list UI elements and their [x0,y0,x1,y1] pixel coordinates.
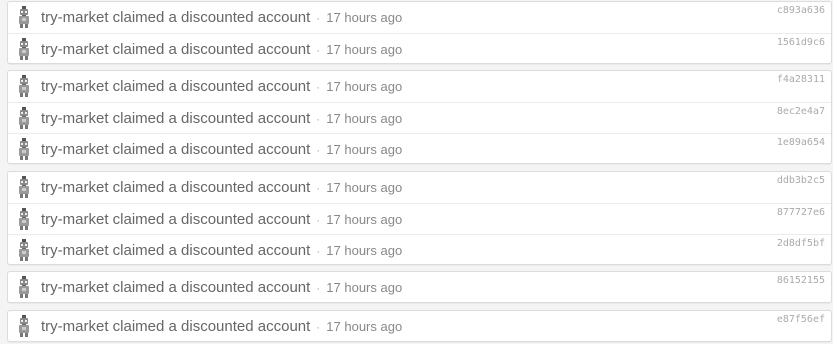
event-user-link[interactable]: try-market [41,78,109,95]
event-text: try-market claimed a discounted account ·… [41,242,402,260]
event-action: claimed a discounted account [112,141,311,158]
separator-dot: · [316,244,321,258]
event-row: try-market claimed a discounted account ·… [8,133,831,163]
robot-avatar-icon[interactable] [16,176,32,198]
event-user-link[interactable]: try-market [41,211,109,228]
event-timestamp[interactable]: 17 hours ago [326,212,402,227]
event-action: claimed a discounted account [112,9,311,26]
event-action: claimed a discounted account [112,211,311,228]
event-text: try-market claimed a discounted account ·… [41,211,402,229]
event-text: try-market claimed a discounted account ·… [41,179,402,197]
robot-avatar-icon[interactable] [16,276,32,298]
separator-dot: · [316,80,321,94]
event-action: claimed a discounted account [112,279,311,296]
event-user-link[interactable]: try-market [41,179,109,196]
event-hash: f4a28311 [776,74,825,85]
event-row: try-market claimed a discounted account ·… [8,272,831,302]
robot-avatar-icon[interactable] [16,315,32,337]
robot-avatar-icon[interactable] [16,239,32,261]
event-hash: e87f56ef [776,314,825,325]
event-hash: ddb3b2c5 [776,175,825,186]
robot-avatar-icon[interactable] [16,138,32,160]
separator-dot: · [316,213,321,227]
event-hash: 86152155 [776,275,825,286]
event-timestamp[interactable]: 17 hours ago [326,42,402,57]
event-row: try-market claimed a discounted account ·… [8,102,831,133]
separator-dot: · [316,320,321,334]
event-user-link[interactable]: try-market [41,318,109,335]
event-text: try-market claimed a discounted account ·… [41,110,402,128]
event-row: try-market claimed a discounted account ·… [8,172,831,203]
event-group: try-market claimed a discounted account ·… [7,271,832,303]
event-timestamp[interactable]: 17 hours ago [326,319,402,334]
event-action: claimed a discounted account [112,242,311,259]
event-text: try-market claimed a discounted account ·… [41,78,402,96]
event-user-link[interactable]: try-market [41,279,109,296]
robot-avatar-icon[interactable] [16,208,32,230]
event-timestamp[interactable]: 17 hours ago [326,243,402,258]
event-hash: 1561d9c6 [776,37,825,48]
event-hash: 877727e6 [776,207,825,218]
event-timestamp[interactable]: 17 hours ago [326,79,402,94]
event-hash: 1e89a654 [776,137,825,148]
event-row: try-market claimed a discounted account ·… [8,234,831,264]
event-user-link[interactable]: try-market [41,141,109,158]
event-timestamp[interactable]: 17 hours ago [326,280,402,295]
separator-dot: · [316,112,321,126]
event-row: try-market claimed a discounted account ·… [8,2,831,33]
event-row: try-market claimed a discounted account ·… [8,203,831,234]
robot-avatar-icon[interactable] [16,38,32,60]
event-text: try-market claimed a discounted account ·… [41,9,402,27]
event-group: try-market claimed a discounted account ·… [7,70,832,164]
event-action: claimed a discounted account [112,110,311,127]
robot-avatar-icon[interactable] [16,6,32,28]
event-hash: c893a636 [776,5,825,16]
robot-avatar-icon[interactable] [16,107,32,129]
event-text: try-market claimed a discounted account ·… [41,318,402,336]
event-timestamp[interactable]: 17 hours ago [326,111,402,126]
event-text: try-market claimed a discounted account ·… [41,141,402,159]
event-hash: 2d8df5bf [776,238,825,249]
event-user-link[interactable]: try-market [41,242,109,259]
activity-feed: try-market claimed a discounted account ·… [0,0,833,344]
separator-dot: · [316,143,321,157]
event-user-link[interactable]: try-market [41,110,109,127]
event-action: claimed a discounted account [112,41,311,58]
separator-dot: · [316,181,321,195]
event-text: try-market claimed a discounted account ·… [41,41,402,59]
event-user-link[interactable]: try-market [41,9,109,26]
event-group: try-market claimed a discounted account ·… [7,1,832,64]
event-action: claimed a discounted account [112,78,311,95]
event-hash: 8ec2e4a7 [776,106,825,117]
separator-dot: · [316,11,321,25]
event-user-link[interactable]: try-market [41,41,109,58]
event-action: claimed a discounted account [112,179,311,196]
event-group: try-market claimed a discounted account ·… [7,171,832,265]
event-row: try-market claimed a discounted account ·… [8,311,831,341]
event-timestamp[interactable]: 17 hours ago [326,142,402,157]
event-action: claimed a discounted account [112,318,311,335]
event-timestamp[interactable]: 17 hours ago [326,180,402,195]
event-timestamp[interactable]: 17 hours ago [326,10,402,25]
event-text: try-market claimed a discounted account ·… [41,279,402,297]
separator-dot: · [316,43,321,57]
event-row: try-market claimed a discounted account ·… [8,33,831,63]
event-group: try-market claimed a discounted account ·… [7,310,832,342]
robot-avatar-icon[interactable] [16,75,32,97]
event-row: try-market claimed a discounted account ·… [8,71,831,102]
separator-dot: · [316,281,321,295]
